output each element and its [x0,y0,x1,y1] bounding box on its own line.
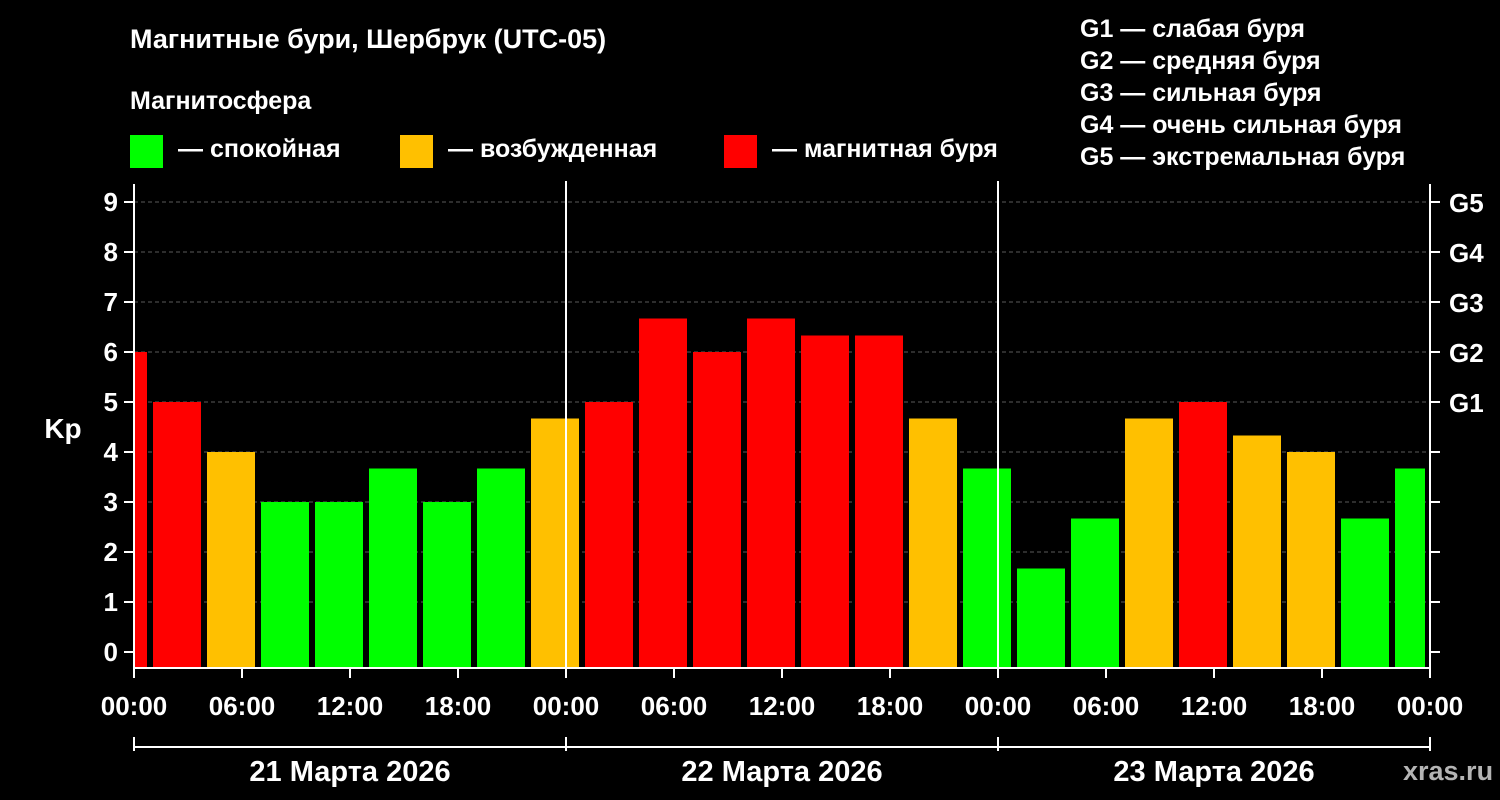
legend-swatch-calm [130,135,163,168]
chart-title: Магнитные бури, Шербрук (UTC-05) [130,24,606,54]
kp-bar [315,502,363,668]
day-label: 21 Марта 2026 [249,756,450,788]
kp-bar [153,402,201,668]
y-axis-label: Kp [44,413,81,444]
x-tick-label: 12:00 [1181,691,1248,721]
g-legend-item-g3: G3 — сильная буря [1080,79,1322,107]
kp-bar [369,468,417,668]
kp-bar [801,335,849,668]
x-tick-label: 06:00 [641,691,708,721]
kp-bar [1341,518,1389,668]
g-legend-item-g2: G2 — средняя буря [1080,47,1321,75]
g-legend-item-g1: G1 — слабая буря [1080,15,1305,43]
legend-swatch-excited [400,135,433,168]
kp-bar [693,352,741,668]
g-legend-item-g4: G4 — очень сильная буря [1080,111,1402,139]
g-tick-label: G5 [1449,188,1484,218]
bars [135,318,1425,668]
legend-label-excited: — возбужденная [448,135,657,163]
kp-bar [477,468,525,668]
kp-bar [1233,435,1281,668]
y-tick-label: 4 [104,437,119,467]
kp-bar [1071,518,1119,668]
x-tick-label: 00:00 [533,691,600,721]
legend-subtitle: Магнитосфера [130,87,312,115]
x-tick-label: 00:00 [101,691,168,721]
legend-label-storm: — магнитная буря [772,135,998,163]
kp-bar [1017,568,1065,668]
g-legend-item-g5: G5 — экстремальная буря [1080,143,1405,171]
y-tick-label: 7 [104,287,118,317]
g-tick-label: G1 [1449,388,1484,418]
x-tick-label: 06:00 [209,691,276,721]
x-tick-label: 00:00 [1397,691,1464,721]
x-tick-label: 18:00 [857,691,924,721]
y-tick-label: 9 [104,187,118,217]
kp-bar [207,452,255,668]
x-tick-label: 06:00 [1073,691,1140,721]
legend-label-calm: — спокойная [178,135,341,163]
y-tick-label: 2 [104,537,118,567]
y-tick-label: 3 [104,487,118,517]
kp-bar [855,335,903,668]
legend-swatch-storm [724,135,757,168]
watermark: xras.ru [1403,756,1493,786]
kp-bar [423,502,471,668]
y-tick-label: 6 [104,337,118,367]
g-tick-label: G3 [1449,288,1484,318]
y-tick-label: 1 [104,587,118,617]
x-tick-label: 12:00 [749,691,816,721]
day-label: 23 Марта 2026 [1113,756,1314,788]
kp-bar [963,468,1011,668]
g-tick-label: G4 [1449,238,1484,268]
kp-bar [585,402,633,668]
kp-bar [261,502,309,668]
kp-bar [135,352,147,668]
g-tick-label: G2 [1449,338,1484,368]
kp-bar [1179,402,1227,668]
kp-bar [1395,468,1425,668]
y-tick-label: 0 [104,637,118,667]
day-label: 22 Марта 2026 [681,756,882,788]
kp-bar [531,418,579,668]
y-tick-label: 5 [104,387,118,417]
kp-bar [1125,418,1173,668]
x-tick-label: 18:00 [1289,691,1356,721]
kp-bar [747,318,795,668]
kp-chart: Магнитные бури, Шербрук (UTC-05) Магнито… [44,15,1493,788]
x-tick-label: 12:00 [317,691,384,721]
y-tick-label: 8 [104,237,118,267]
kp-bar [1287,452,1335,668]
kp-bar [909,418,957,668]
kp-bar [639,318,687,668]
x-tick-label: 00:00 [965,691,1032,721]
x-tick-label: 18:00 [425,691,492,721]
